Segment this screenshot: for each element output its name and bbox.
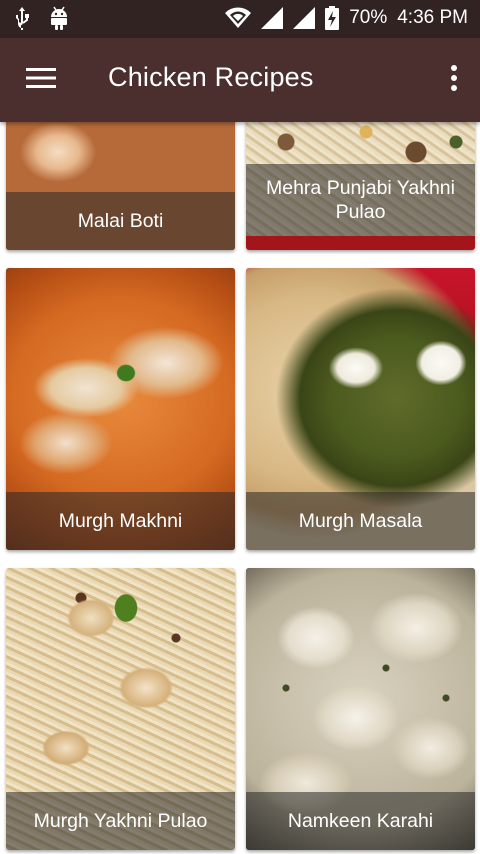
recipe-title: Murgh Yakhni Pulao xyxy=(33,810,208,832)
recipe-title: Mehra Punjabi Yakhni Pulao xyxy=(266,177,455,223)
recipe-caption: Murgh Makhni xyxy=(6,492,235,550)
clock: 4:36 PM xyxy=(397,7,468,28)
recipe-title: Murgh Makhni xyxy=(58,510,183,532)
recipe-caption: Murgh Yakhni Pulao xyxy=(6,792,235,850)
recipe-title: Murgh Masala xyxy=(298,510,423,532)
recipe-grid: Malai Boti Mehra Punjabi Yakhni Pulao Mu… xyxy=(0,122,480,854)
battery-charging-icon xyxy=(325,6,340,30)
recipe-title: Malai Boti xyxy=(77,210,164,232)
recipe-card[interactable]: Namkeen Karahi xyxy=(246,568,475,850)
signal-icon xyxy=(293,7,316,29)
recipe-card[interactable]: Mehra Punjabi Yakhni Pulao xyxy=(246,122,475,250)
battery-percent: 70% xyxy=(349,7,388,28)
page-title: Chicken Recipes xyxy=(108,62,314,92)
recipe-caption: Namkeen Karahi xyxy=(246,792,475,850)
app-bar: Chicken Recipes xyxy=(0,38,480,122)
recipe-caption: Mehra Punjabi Yakhni Pulao xyxy=(246,164,475,236)
overflow-menu-button[interactable] xyxy=(446,60,462,100)
recipe-card[interactable]: Murgh Yakhni Pulao xyxy=(6,568,235,850)
more-vertical-icon xyxy=(451,64,457,96)
signal-icon xyxy=(261,7,284,29)
recipe-card[interactable]: Malai Boti xyxy=(6,122,235,250)
plate-rim xyxy=(246,236,475,250)
status-bar: 70% 4:36 PM xyxy=(0,0,480,38)
recipe-card[interactable]: Murgh Makhni xyxy=(6,268,235,550)
wifi-icon xyxy=(225,7,252,29)
hamburger-menu-icon xyxy=(26,67,56,94)
usb-icon xyxy=(14,6,30,30)
recipe-card[interactable]: Murgh Masala xyxy=(246,268,475,550)
recipe-title: Namkeen Karahi xyxy=(287,810,434,832)
hamburger-menu-button[interactable] xyxy=(18,60,64,100)
recipe-caption: Murgh Masala xyxy=(246,492,475,550)
recipe-caption: Malai Boti xyxy=(6,192,235,250)
android-icon xyxy=(48,6,70,30)
